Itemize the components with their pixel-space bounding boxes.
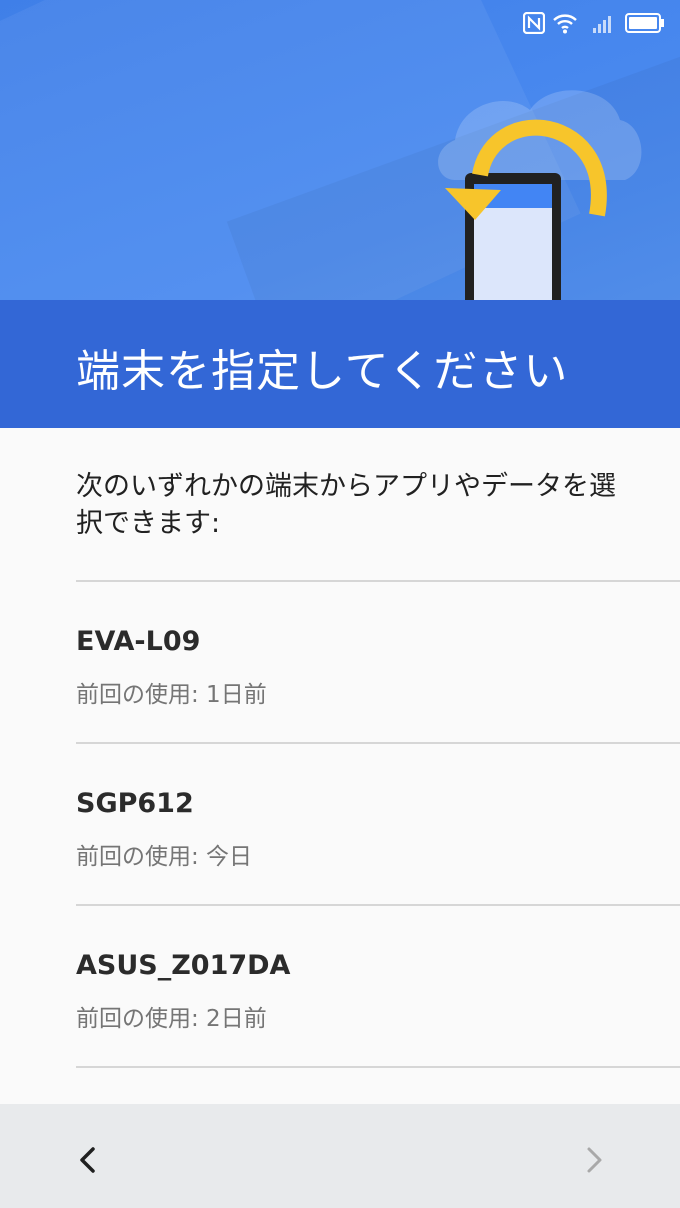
device-item-eva-l09[interactable]: EVA-L09 前回の使用: 1日前 <box>0 582 680 742</box>
device-name: ASUS_Z017DA <box>76 950 291 981</box>
device-item-sgp612[interactable]: SGP612 前回の使用: 今日 <box>0 744 680 904</box>
page-title: 端末を指定してください <box>76 346 569 397</box>
bottom-navigation-bar <box>0 1104 680 1208</box>
divider <box>76 1066 680 1068</box>
device-last-used: 前回の使用: 今日 <box>76 844 253 870</box>
signal-icon <box>593 16 611 33</box>
device-name: SGP612 <box>76 788 194 819</box>
back-button[interactable] <box>60 1132 116 1188</box>
description-text: 次のいずれかの端末からアプリやデータを選択できます: <box>76 471 616 539</box>
device-item-asus-z017da[interactable]: ASUS_Z017DA 前回の使用: 2日前 <box>0 906 680 1066</box>
device-last-used: 前回の使用: 2日前 <box>76 1006 267 1032</box>
nfc-icon <box>523 12 545 34</box>
wifi-icon <box>553 14 577 34</box>
battery-icon <box>625 13 664 33</box>
header-hero: 端末を指定してください <box>0 0 680 428</box>
chevron-right-icon <box>587 1147 602 1173</box>
next-button[interactable] <box>566 1132 622 1188</box>
status-bar <box>0 0 680 44</box>
device-name: EVA-L09 <box>76 626 201 657</box>
device-last-used: 前回の使用: 1日前 <box>76 682 267 708</box>
chevron-left-icon <box>80 1147 95 1173</box>
